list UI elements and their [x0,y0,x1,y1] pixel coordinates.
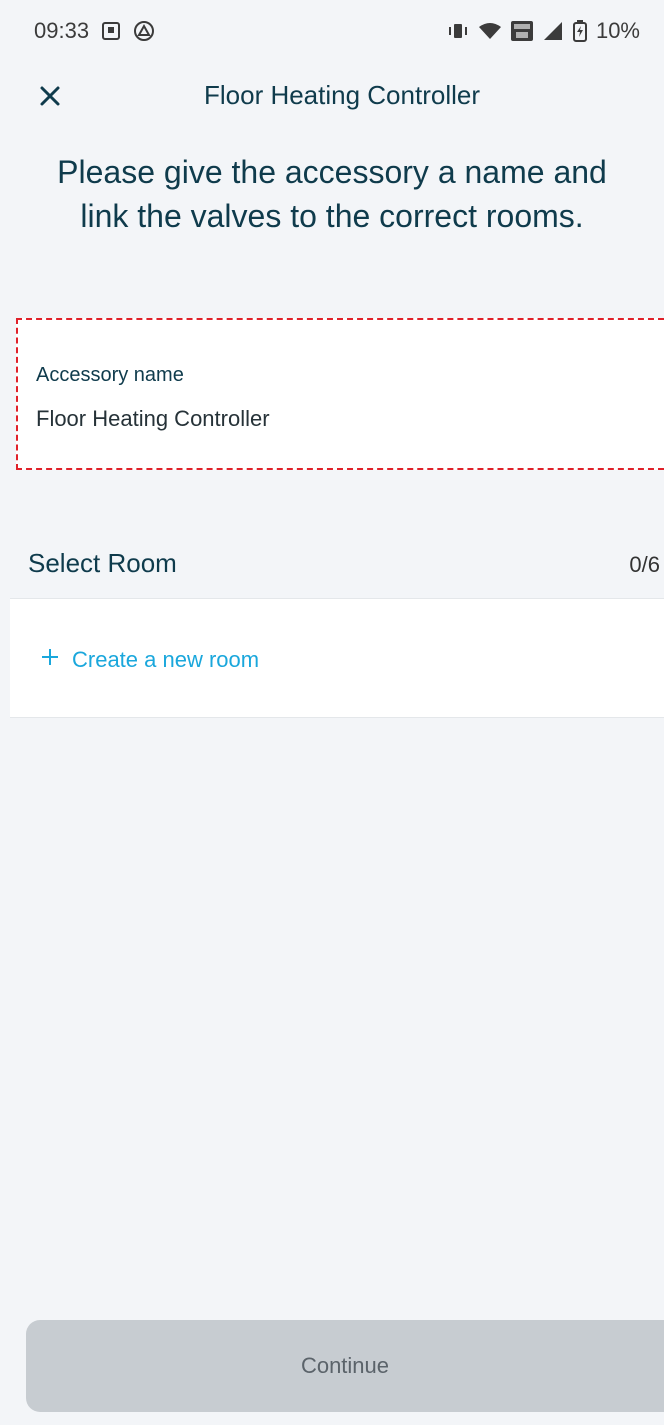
page-title: Floor Heating Controller [203,80,480,110]
select-room-header: Select Room 0/6 [28,548,664,592]
room-list: Create a new room [10,598,664,718]
instruction-text: Please give the accessory a name and lin… [57,154,607,234]
status-right: 10% [446,18,640,44]
accessory-name-input[interactable] [36,406,636,432]
status-bar: 09:33 10% [0,0,664,62]
wifi-icon [478,21,502,41]
continue-button[interactable]: Continue [26,1320,664,1412]
battery-percent: 10% [595,18,640,43]
notification-square-icon [101,21,121,41]
status-time: 09:33 [34,18,90,43]
nav-bar: Floor Heating Controller [0,62,664,132]
room-counter: 0/6 [629,552,660,577]
select-room-title: Select Room [28,548,177,578]
status-left: 09:33 [34,18,155,44]
create-room-button[interactable]: Create a new room [40,647,259,673]
drive-icon [133,20,155,42]
create-room-label: Create a new room [72,647,260,672]
accessory-name-card: Accessory name [16,318,664,470]
signal-icon [542,21,564,41]
battery-icon [572,20,588,42]
vibrate-icon [446,21,470,41]
plus-icon [40,647,60,673]
accessory-name-label: Accessory name [36,364,184,386]
volte-icon [510,20,534,42]
